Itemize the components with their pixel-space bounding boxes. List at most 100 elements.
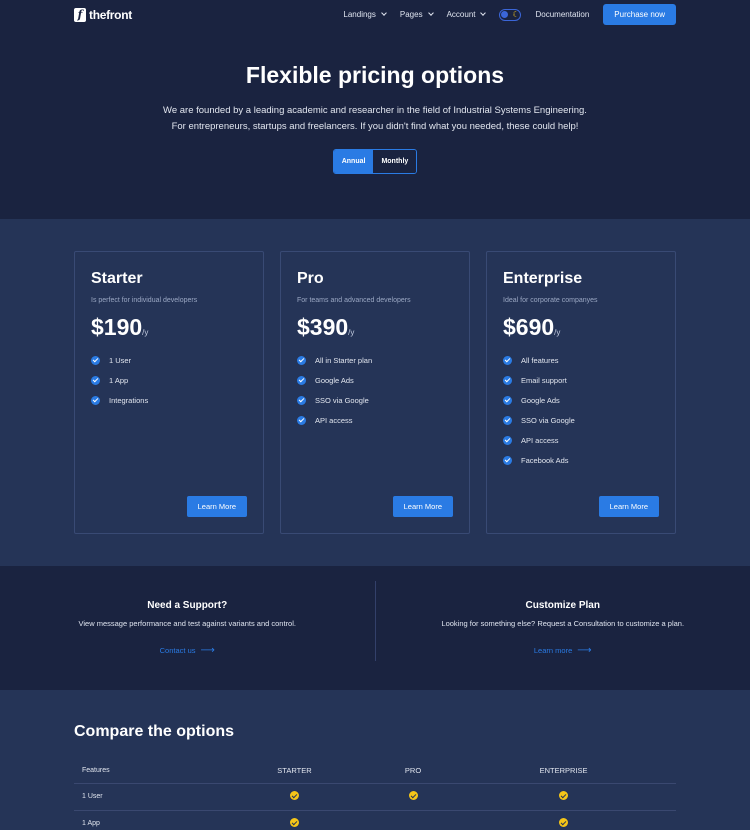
check-icon — [91, 355, 100, 365]
feature-item: Google Ads — [503, 390, 659, 410]
learn-more-label: Learn more — [533, 646, 573, 655]
plan-name: Enterprise — [503, 270, 583, 287]
feature-label: Integrations — [109, 395, 149, 405]
support-title: Need a Support? — [147, 600, 228, 611]
pro-cell — [374, 810, 452, 830]
support-section: Need a Support? View message performance… — [0, 566, 750, 690]
arrow-right-icon: ⟶ — [577, 645, 592, 656]
feature-label: Email support — [521, 375, 567, 385]
contact-us-link[interactable]: Contact us ⟶ — [160, 645, 215, 656]
starter-cell — [214, 810, 375, 830]
nav-documentation[interactable]: Documentation — [535, 10, 589, 19]
check-icon — [503, 395, 512, 405]
check-icon — [289, 818, 299, 827]
feature-label: Facebook Ads — [521, 455, 569, 465]
column-header: ENTERPRISE — [451, 759, 676, 784]
check-icon — [503, 355, 512, 365]
support-column: Need a Support? View message performance… — [0, 581, 376, 661]
hero-section: Flexible pricing options We are founded … — [0, 29, 750, 219]
purchase-now-button[interactable]: Purchase now — [603, 4, 676, 25]
price-amount: $390 — [297, 314, 349, 340]
check-icon — [91, 375, 100, 385]
feature-label: 1 App — [109, 375, 129, 385]
toggle-knob — [501, 10, 509, 18]
feature-label: Google Ads — [521, 395, 560, 405]
column-header: STARTER — [214, 759, 375, 784]
nav-account-label: Account — [446, 10, 476, 19]
feature-item: Facebook Ads — [503, 450, 659, 470]
feature-item: 1 App — [91, 370, 247, 390]
annual-option[interactable]: Annual — [333, 150, 374, 173]
table-row: 1 User — [74, 783, 676, 811]
column-header: Features — [74, 759, 214, 784]
check-icon — [503, 455, 512, 465]
support-text: View message performance and test agains… — [78, 619, 296, 628]
check-icon — [503, 375, 512, 385]
hero-text-line-2: For entrepreneurs, startups and freelanc… — [171, 121, 579, 132]
learn-more-button[interactable]: Learn More — [392, 496, 453, 517]
learn-more-button[interactable]: Learn More — [598, 496, 659, 517]
enterprise-cell — [451, 783, 676, 811]
check-icon — [297, 395, 306, 405]
starter-cell — [214, 783, 375, 811]
nav-landings[interactable]: Landings — [343, 10, 387, 19]
pricing-section: Starter Is perfect for individual develo… — [0, 219, 750, 566]
chevron-down-icon — [427, 10, 434, 16]
column-header: PRO — [374, 759, 452, 784]
logo[interactable]: f thefront — [74, 7, 132, 22]
check-icon — [503, 415, 512, 425]
check-icon — [297, 355, 306, 365]
nav-pages-label: Pages — [399, 10, 423, 19]
check-icon — [559, 791, 569, 800]
learn-more-button[interactable]: Learn More — [186, 496, 247, 517]
contact-us-label: Contact us — [159, 646, 196, 655]
moon-icon: ☾ — [512, 9, 520, 19]
feature-label: Google Ads — [315, 375, 354, 385]
check-icon — [289, 791, 299, 800]
learn-more-link[interactable]: Learn more ⟶ — [534, 645, 592, 656]
plan-description: Ideal for corporate companyes — [503, 297, 598, 304]
plan-card-starter: Starter Is perfect for individual develo… — [74, 251, 264, 534]
plan-price: $690/y — [503, 314, 659, 341]
check-icon — [297, 375, 306, 385]
feature-item: Google Ads — [297, 370, 453, 390]
feature-item: SSO via Google — [297, 390, 453, 410]
feature-item: API access — [503, 430, 659, 450]
logo-text: thefront — [89, 7, 132, 22]
compare-title: Compare the options — [74, 723, 235, 740]
price-amount: $690 — [503, 314, 555, 340]
feature-item: All in Starter plan — [297, 350, 453, 370]
feature-cell: 1 User — [74, 783, 214, 811]
compare-section: Compare the options Features STARTER PRO… — [0, 690, 750, 830]
check-icon — [408, 791, 418, 800]
billing-toggle: Annual Monthly — [332, 149, 418, 174]
feature-item: Email support — [503, 370, 659, 390]
nav-landings-label: Landings — [343, 10, 376, 19]
plan-price: $190/y — [91, 314, 247, 341]
check-icon — [503, 435, 512, 445]
plan-name: Starter — [91, 270, 143, 287]
feature-cell: 1 App — [74, 810, 214, 830]
nav-account[interactable]: Account — [446, 10, 487, 19]
feature-item: API access — [297, 410, 453, 430]
logo-icon: f — [74, 7, 86, 22]
page-title: Flexible pricing options — [245, 62, 505, 88]
customize-column: Customize Plan Looking for something els… — [376, 581, 750, 690]
plan-description: For teams and advanced developers — [297, 297, 411, 304]
feature-item: All features — [503, 350, 659, 370]
check-icon — [91, 395, 100, 405]
theme-toggle[interactable]: ☾ — [499, 8, 522, 21]
plan-description: Is perfect for individual developers — [91, 297, 198, 304]
feature-label: SSO via Google — [315, 395, 369, 405]
table-header-row: Features STARTER PRO ENTERPRISE — [74, 759, 676, 784]
pro-cell — [374, 783, 452, 811]
arrow-right-icon: ⟶ — [200, 645, 215, 656]
nav-pages[interactable]: Pages — [399, 10, 434, 19]
feature-label: All features — [521, 355, 559, 365]
check-icon — [559, 818, 569, 827]
compare-table: Features STARTER PRO ENTERPRISE 1 User 1… — [74, 759, 676, 830]
table-row: 1 App — [74, 810, 676, 830]
monthly-option[interactable]: Monthly — [373, 150, 417, 173]
check-icon — [297, 415, 306, 425]
feature-item: Integrations — [91, 390, 247, 410]
